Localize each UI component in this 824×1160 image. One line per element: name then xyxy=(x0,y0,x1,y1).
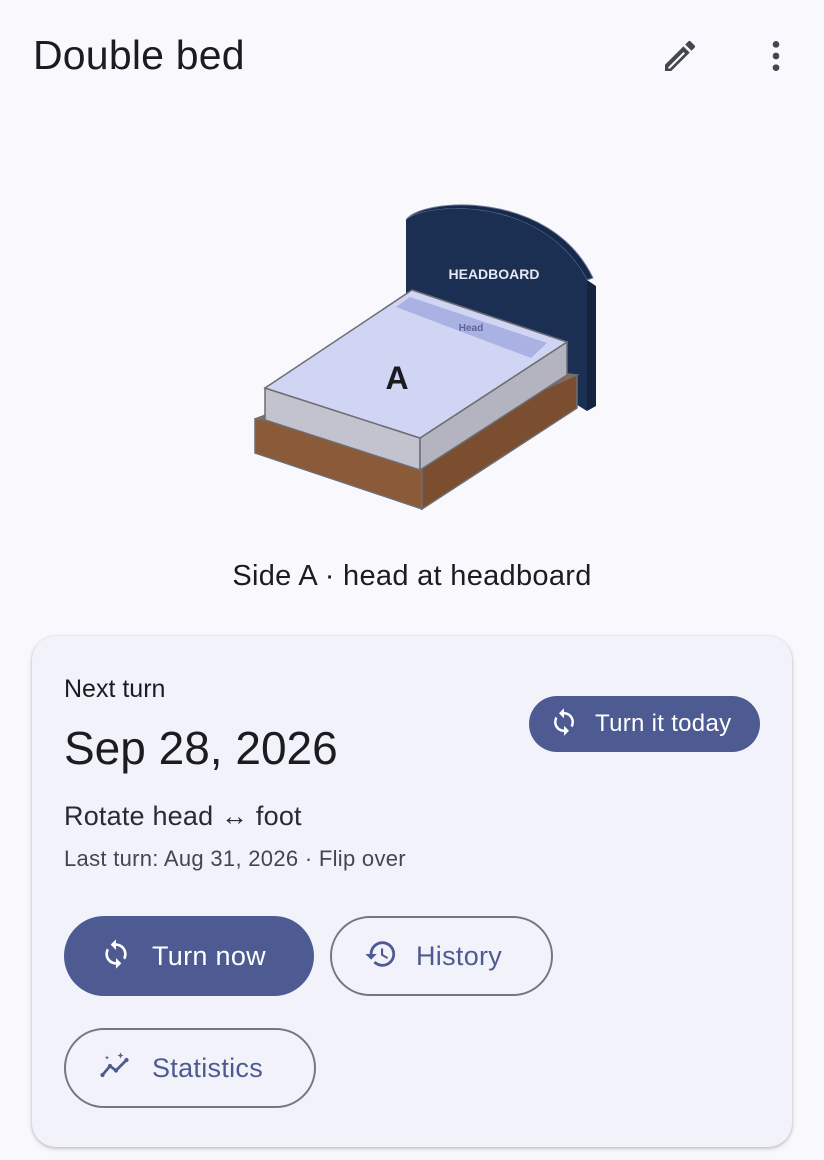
side-letter: A xyxy=(385,360,408,396)
statistics-button[interactable]: Statistics xyxy=(64,1028,316,1108)
statistics-label: Statistics xyxy=(152,1052,264,1083)
insights-icon xyxy=(98,1048,134,1089)
history-label: History xyxy=(416,940,503,971)
next-turn-date: Sep 28, 2026 xyxy=(64,722,338,774)
edit-button[interactable] xyxy=(652,28,708,84)
page-title: Double bed xyxy=(33,32,245,78)
next-turn-card: Next turn Sep 28, 2026 Turn it today Rot… xyxy=(32,636,792,1147)
rotation-instruction: Rotate head ↔ foot xyxy=(64,801,302,831)
headboard-side xyxy=(587,280,596,411)
turn-now-label: Turn now xyxy=(152,940,266,971)
turn-it-today-label: Turn it today xyxy=(595,710,732,737)
last-turn-info: Last turn: Aug 31, 2026 · Flip over xyxy=(64,846,406,871)
head-label: Head xyxy=(459,323,483,334)
turn-it-today-chip[interactable]: Turn it today xyxy=(529,696,760,752)
bed-illustration: HEADBOARD Head A xyxy=(240,190,610,520)
pencil-icon xyxy=(660,36,700,76)
current-side-status: Side A · head at headboard xyxy=(232,560,592,592)
top-app-bar: Double bed xyxy=(0,0,824,112)
more-vert-icon xyxy=(756,36,796,76)
sync-icon xyxy=(549,707,579,742)
history-button[interactable]: History xyxy=(330,916,553,996)
next-turn-label: Next turn xyxy=(64,675,166,703)
more-options-button[interactable] xyxy=(748,28,804,84)
app-screen: Double bed HEADBOARD Head A Side A · hea… xyxy=(0,0,824,1160)
bed-diagram: HEADBOARD Head A xyxy=(254,204,596,511)
history-icon xyxy=(364,937,398,976)
turn-now-button[interactable]: Turn now xyxy=(64,916,314,996)
sync-icon xyxy=(100,938,132,975)
headboard-label: HEADBOARD xyxy=(449,266,540,282)
